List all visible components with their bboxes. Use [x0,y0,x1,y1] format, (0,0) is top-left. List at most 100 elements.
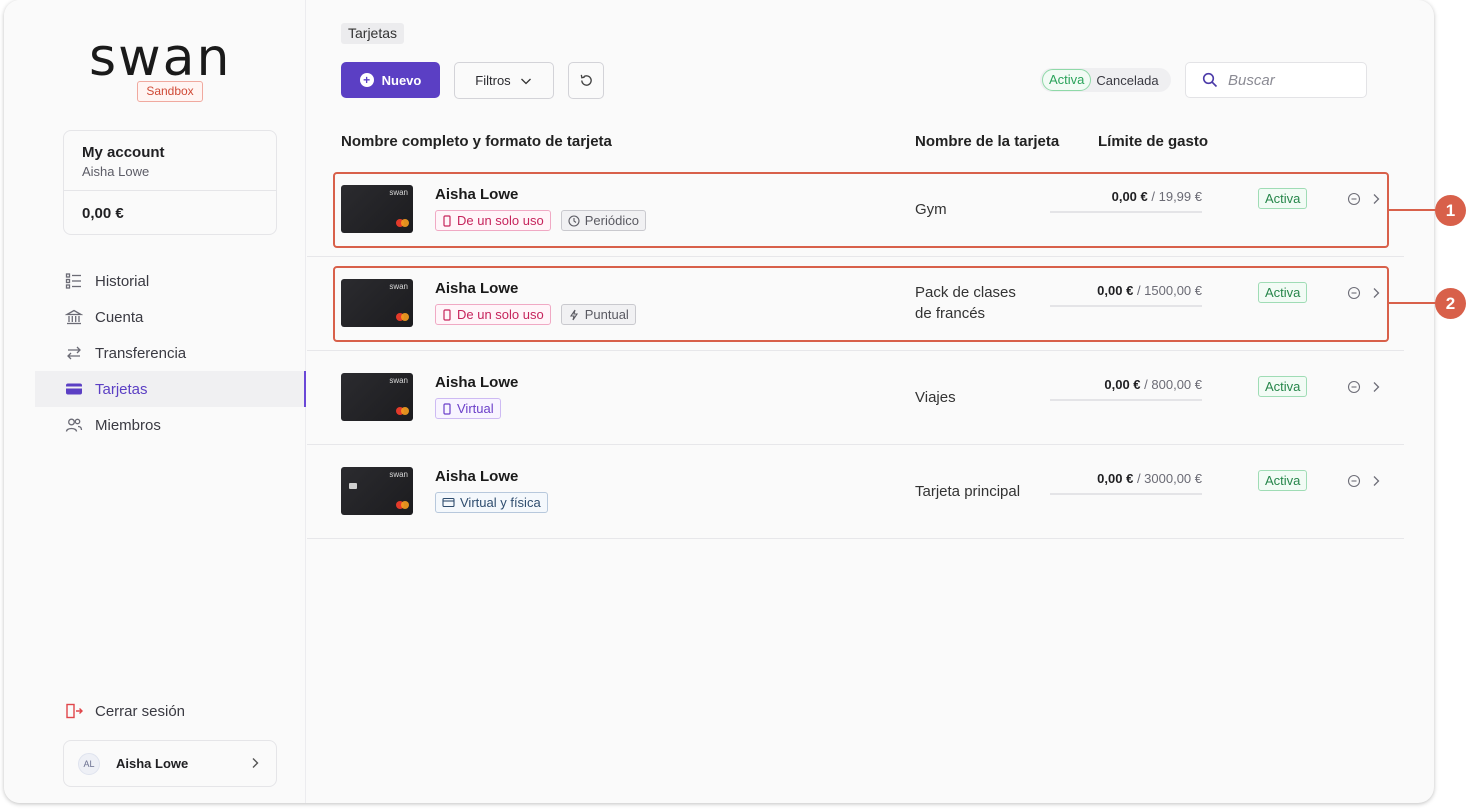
spending-limit: 0,00 € / 800,00 € [1050,377,1202,401]
cancel-card-icon[interactable] [1347,474,1361,488]
card-brand: swan [389,282,408,291]
card-holder: Aisha Lowe [435,280,519,297]
card-holder: Aisha Lowe [435,468,519,485]
column-header-limit: Límite de gasto [1098,133,1209,150]
card-thumbnail: swan [341,185,413,233]
callout-1: 1 [1435,195,1466,226]
sidebar-nav: Historial Cuenta Transferencia Tarjetas … [35,263,306,443]
divider [64,190,276,191]
sidebar-item-label: Transferencia [95,344,187,362]
tag-virtual: Virtual [435,398,501,419]
sidebar: swan Sandbox My account Aisha Lowe 0,00 … [4,0,306,803]
status-badge: Activa [1258,470,1308,491]
logout-label: Cerrar sesión [95,702,186,720]
chevron-right-icon[interactable] [1369,380,1383,394]
user-name: Aisha Lowe [116,756,189,771]
sidebar-item-label: Tarjetas [95,380,148,398]
search-input[interactable] [1228,71,1348,89]
plus-icon: + [359,73,374,87]
spending-limit: 0,00 € / 3000,00 € [1050,471,1202,495]
lightning-icon [569,309,578,320]
chevron-down-icon [520,78,531,84]
spending-limit: 0,00 € / 1500,00 € [1050,283,1202,307]
card-brand: swan [389,376,408,385]
card-holder: Aisha Lowe [435,374,519,391]
card-name: Gym [915,201,947,218]
table-row[interactable]: swan Aisha Lowe Virtual y física Tarjeta… [307,445,1404,539]
sidebar-item-label: Historial [95,272,150,290]
card-icon [442,497,455,508]
card-name: Tarjeta principal [915,483,1021,500]
phone-icon [443,402,451,415]
sidebar-item-label: Cuenta [95,308,144,326]
sidebar-item-tarjetas[interactable]: Tarjetas [35,371,306,407]
status-filter-active[interactable]: Activa [1042,69,1092,91]
tag-virtual-physical: Virtual y física [435,492,548,513]
chevron-right-icon[interactable] [1369,474,1383,488]
sidebar-item-transferencia[interactable]: Transferencia [35,335,306,371]
new-card-button[interactable]: + Nuevo [341,62,440,98]
card-thumbnail: swan [341,373,413,421]
status-filter-cancelled[interactable]: Cancelada [1096,73,1158,88]
phone-icon [443,214,451,227]
mastercard-icon [401,407,409,415]
search-field[interactable] [1185,62,1367,98]
chevron-right-icon[interactable] [1369,286,1383,300]
tag-single-use: De un solo uso [435,304,551,325]
table-row[interactable]: swan Aisha Lowe Virtual Viajes 0,00 € / … [307,351,1404,445]
card-holder: Aisha Lowe [435,186,519,203]
user-menu[interactable]: AL Aisha Lowe [63,740,277,787]
cancel-card-icon[interactable] [1347,380,1361,394]
account-title: My account [82,144,165,161]
filters-button[interactable]: Filtros [454,62,554,99]
clock-icon [568,214,580,227]
new-button-label: Nuevo [381,72,422,88]
sidebar-item-cuenta[interactable]: Cuenta [35,299,306,335]
sidebar-item-label: Miembros [95,416,161,434]
card-thumbnail: swan [341,467,413,515]
chip-icon [349,483,357,489]
swan-logo: swan [89,28,232,88]
card-name: Viajes [915,389,956,406]
column-header-card-name: Nombre de la tarjeta [915,133,1060,150]
chevron-right-icon[interactable] [1369,192,1383,206]
status-badge: Activa [1258,282,1308,303]
spending-limit: 0,00 € / 19,99 € [1050,189,1202,213]
account-card[interactable]: My account Aisha Lowe 0,00 € [63,130,277,235]
list-icon [65,273,81,289]
tag-one-off: Puntual [560,304,636,325]
cancel-card-icon[interactable] [1347,286,1361,300]
bank-icon [65,309,83,325]
callout-line [1387,209,1437,211]
card-name: Pack de clases de francés [915,284,1016,322]
mastercard-icon [401,501,409,509]
cards-table: swan Aisha Lowe De un solo uso Periódico… [307,163,1404,539]
mastercard-icon [401,313,409,321]
logout-icon [66,703,83,719]
refresh-button[interactable] [568,62,604,99]
app-window: swan Sandbox My account Aisha Lowe 0,00 … [4,0,1434,803]
avatar: AL [78,752,100,775]
filters-label: Filtros [475,73,511,88]
cancel-card-icon[interactable] [1347,192,1361,206]
transfer-icon [67,346,81,360]
table-row[interactable]: swan Aisha Lowe De un solo uso Puntual P… [307,257,1404,351]
phone-icon [443,308,451,321]
callout-line [1387,302,1437,304]
status-badge: Activa [1258,376,1308,397]
logout-button[interactable]: Cerrar sesión [65,702,185,720]
status-badge: Activa [1258,188,1308,209]
tag-single-use: De un solo uso [435,210,551,231]
tag-recurring: Periódico [560,210,646,231]
account-holder: Aisha Lowe [82,164,150,179]
column-header-name: Nombre completo y formato de tarjeta [341,133,612,150]
search-icon [1202,72,1218,88]
card-brand: swan [389,470,408,479]
sidebar-item-historial[interactable]: Historial [35,263,306,299]
sidebar-item-miembros[interactable]: Miembros [35,407,306,443]
status-filter-toggle[interactable]: Activa Cancelada [1040,68,1171,92]
table-row[interactable]: swan Aisha Lowe De un solo uso Periódico… [307,163,1404,257]
card-thumbnail: swan [341,279,413,327]
sandbox-badge: Sandbox [137,81,203,102]
chevron-right-icon [252,758,259,768]
